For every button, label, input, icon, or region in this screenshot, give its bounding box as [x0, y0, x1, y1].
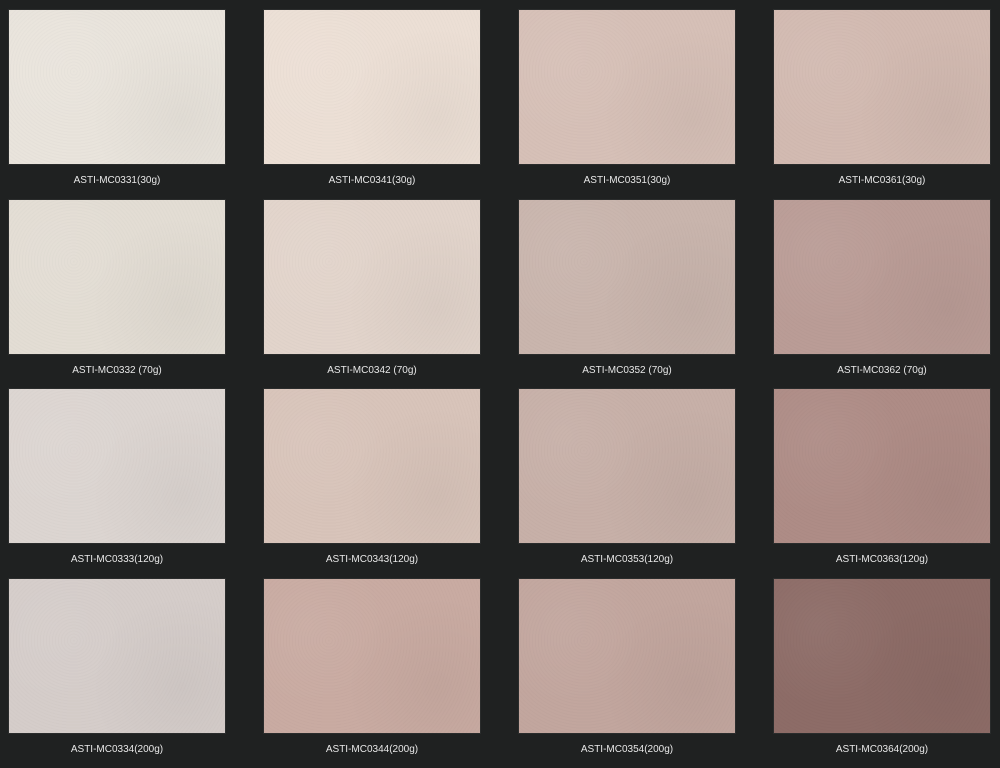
- swatch-grid: ASTI-MC0331(30g) ASTI-MC0341(30g) ASTI-M…: [0, 0, 1000, 768]
- color-swatch[interactable]: [773, 388, 991, 544]
- swatch-card[interactable]: ASTI-MC0362 (70g): [773, 199, 991, 378]
- swatch-card[interactable]: ASTI-MC0333(120g): [8, 388, 226, 567]
- color-swatch[interactable]: [8, 388, 226, 544]
- color-swatch[interactable]: [518, 578, 736, 734]
- swatch-label: ASTI-MC0332 (70g): [72, 365, 162, 376]
- swatch-label: ASTI-MC0344(200g): [325, 744, 419, 755]
- swatch-label: ASTI-MC0362 (70g): [837, 365, 927, 376]
- color-swatch[interactable]: [263, 388, 481, 544]
- swatch-card[interactable]: ASTI-MC0332 (70g): [8, 199, 226, 378]
- swatch-card[interactable]: ASTI-MC0353(120g): [518, 388, 736, 567]
- swatch-label: ASTI-MC0361(30g): [838, 175, 926, 186]
- swatch-card[interactable]: ASTI-MC0331(30g): [8, 9, 226, 188]
- swatch-card[interactable]: ASTI-MC0354(200g): [518, 578, 736, 757]
- swatch-label: ASTI-MC0363(120g): [835, 554, 929, 565]
- swatch-label: ASTI-MC0353(120g): [580, 554, 674, 565]
- color-swatch[interactable]: [263, 578, 481, 734]
- swatch-card[interactable]: ASTI-MC0352 (70g): [518, 199, 736, 378]
- swatch-card[interactable]: ASTI-MC0343(120g): [263, 388, 481, 567]
- swatch-label: ASTI-MC0333(120g): [70, 554, 164, 565]
- swatch-label: ASTI-MC0352 (70g): [582, 365, 672, 376]
- swatch-label: ASTI-MC0341(30g): [328, 175, 416, 186]
- swatch-card[interactable]: ASTI-MC0364(200g): [773, 578, 991, 757]
- color-swatch[interactable]: [518, 388, 736, 544]
- swatch-label: ASTI-MC0343(120g): [325, 554, 419, 565]
- swatch-card[interactable]: ASTI-MC0363(120g): [773, 388, 991, 567]
- color-swatch[interactable]: [8, 9, 226, 165]
- swatch-label: ASTI-MC0331(30g): [73, 175, 161, 186]
- color-swatch[interactable]: [518, 199, 736, 355]
- color-swatch[interactable]: [8, 199, 226, 355]
- color-swatch[interactable]: [773, 578, 991, 734]
- swatch-card[interactable]: ASTI-MC0344(200g): [263, 578, 481, 757]
- swatch-label: ASTI-MC0342 (70g): [327, 365, 417, 376]
- swatch-card[interactable]: ASTI-MC0361(30g): [773, 9, 991, 188]
- swatch-card[interactable]: ASTI-MC0342 (70g): [263, 199, 481, 378]
- color-swatch[interactable]: [8, 578, 226, 734]
- color-swatch[interactable]: [263, 9, 481, 165]
- swatch-label: ASTI-MC0334(200g): [70, 744, 164, 755]
- color-swatch[interactable]: [773, 9, 991, 165]
- swatch-label: ASTI-MC0364(200g): [835, 744, 929, 755]
- swatch-card[interactable]: ASTI-MC0334(200g): [8, 578, 226, 757]
- swatch-label: ASTI-MC0351(30g): [583, 175, 671, 186]
- swatch-label: ASTI-MC0354(200g): [580, 744, 674, 755]
- swatch-card[interactable]: ASTI-MC0351(30g): [518, 9, 736, 188]
- color-swatch[interactable]: [518, 9, 736, 165]
- color-swatch[interactable]: [773, 199, 991, 355]
- swatch-card[interactable]: ASTI-MC0341(30g): [263, 9, 481, 188]
- color-swatch[interactable]: [263, 199, 481, 355]
